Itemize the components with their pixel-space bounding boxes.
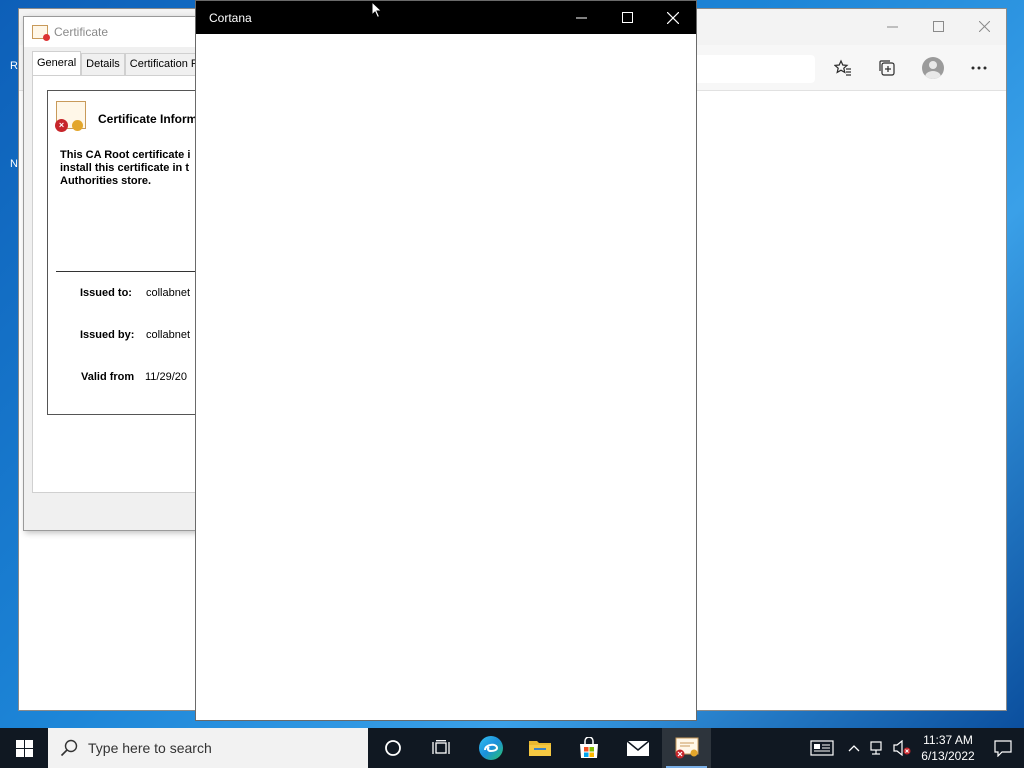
issued-by-label: Issued by: [80, 329, 135, 341]
system-tray: 11:37 AM 6/13/2022 [802, 728, 1024, 768]
mail-icon [626, 740, 649, 756]
issued-to-label: Issued to: [80, 287, 132, 299]
close-icon[interactable] [650, 1, 696, 34]
valid-from-value: 11/29/20 [145, 371, 188, 383]
profile-icon[interactable] [917, 53, 949, 83]
cortana-title: Cortana [209, 11, 252, 25]
news-widget-icon[interactable] [802, 728, 842, 768]
certificate-dialog: Certificate General Details Certificatio… [23, 16, 203, 531]
store-taskbar-button[interactable] [564, 728, 613, 768]
certificate-info-box: × Certificate Inform This CA Root certif… [47, 90, 202, 415]
desktop-icon-label[interactable]: R [10, 60, 18, 72]
certificate-window-title: Certificate [54, 25, 109, 39]
action-center-button[interactable] [982, 728, 1024, 768]
certificate-icon [32, 25, 50, 41]
clock-date: 6/13/2022 [921, 749, 975, 763]
desktop: R N Certificate General Details Certific… [0, 0, 1024, 728]
clock-time: 11:37 AM [923, 733, 973, 747]
taskbar-search-box[interactable]: Type here to search [48, 728, 368, 768]
file-explorer-taskbar-button[interactable] [515, 728, 564, 768]
valid-from-label: Valid from [81, 371, 135, 383]
folder-icon [528, 741, 551, 756]
maximize-icon[interactable] [915, 9, 961, 43]
certificate-warning-text: This CA Root certificate i install this … [60, 149, 191, 187]
cortana-taskbar-button[interactable] [368, 728, 417, 768]
issued-to-value: collabnet [146, 287, 191, 299]
certificate-error-icon: × [55, 101, 86, 132]
favorites-icon[interactable] [827, 53, 859, 83]
taskbar-clock[interactable]: 11:37 AM 6/13/2022 [914, 732, 982, 764]
cortana-icon [384, 740, 401, 756]
issued-by-value: collabnet [146, 329, 191, 341]
task-view-button[interactable] [417, 728, 466, 768]
tab-certification-path[interactable]: Certification P [124, 53, 202, 75]
tab-details[interactable]: Details [81, 53, 125, 75]
show-hidden-icons-chevron-icon[interactable] [842, 728, 866, 768]
mouse-cursor-icon [371, 1, 383, 19]
desktop-icon-label[interactable]: N [10, 158, 18, 170]
store-icon [579, 737, 598, 758]
certificate-info-title: Certificate Inform [98, 112, 198, 126]
close-icon[interactable] [961, 9, 1007, 43]
certificate-general-panel: × Certificate Inform This CA Root certif… [32, 75, 202, 493]
certificate-titlebar[interactable]: Certificate [24, 17, 202, 47]
taskbar: Type here to search 11:37 AM 6/13/2022 [0, 728, 1024, 768]
tab-general[interactable]: General [32, 51, 82, 75]
divider [56, 271, 202, 272]
task-view-icon [431, 740, 450, 754]
edge-icon [478, 736, 503, 760]
maximize-icon[interactable] [604, 1, 650, 34]
certificate-tabs: General Details Certification P [32, 51, 202, 75]
search-placeholder: Type here to search [88, 740, 212, 756]
notification-icon [994, 740, 1012, 757]
cortana-titlebar[interactable]: Cortana [196, 1, 696, 34]
mail-taskbar-button[interactable] [613, 728, 662, 768]
edge-taskbar-button[interactable] [466, 728, 515, 768]
certificate-taskbar-button[interactable] [662, 728, 711, 768]
windows-logo-icon [15, 739, 33, 757]
collections-icon[interactable] [871, 53, 903, 83]
minimize-icon[interactable] [869, 9, 915, 43]
start-button[interactable] [0, 728, 48, 768]
search-icon [60, 739, 78, 757]
volume-muted-icon[interactable] [890, 728, 914, 768]
network-icon[interactable] [866, 728, 890, 768]
cortana-window: Cortana [195, 0, 697, 721]
certificate-icon [675, 737, 698, 759]
more-options-icon[interactable] [963, 53, 995, 83]
minimize-icon[interactable] [558, 1, 604, 34]
